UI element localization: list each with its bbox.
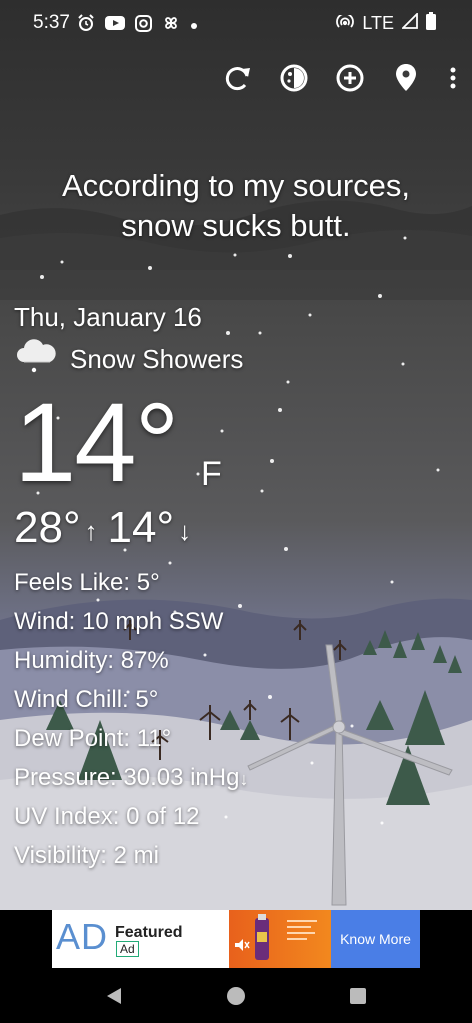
home-icon[interactable]: [223, 983, 249, 1009]
ad-featured-label: Featured: [115, 924, 183, 941]
ad-know-more-button[interactable]: Know More: [331, 910, 420, 968]
weather-screen: 5:37 LTE According to my sources, snow s…: [0, 0, 472, 910]
instagram-icon: [135, 14, 152, 37]
ad-banner[interactable]: AD Featured Ad Know More: [52, 910, 420, 968]
detail-uv-index: UV Index: 0 of 12: [14, 803, 200, 830]
refresh-icon[interactable]: [222, 60, 254, 96]
ad-tag: Ad: [116, 941, 139, 957]
condition-text: Snow Showers: [70, 344, 244, 374]
app-toolbar: [222, 60, 460, 96]
battery-icon: [426, 12, 436, 35]
detail-pressure: Pressure: 30.03 inHg↓: [14, 764, 249, 791]
forecast-date: Thu, January 16: [14, 302, 202, 332]
high-temperature: 28°: [14, 503, 81, 552]
signal-icon: [400, 11, 418, 34]
low-temperature: 14°: [107, 503, 175, 552]
pinwheel-icon: [162, 14, 180, 37]
current-temperature: 14°: [14, 380, 179, 505]
alarm-icon: [77, 14, 95, 37]
add-location-icon[interactable]: [334, 60, 366, 96]
detail-visibility: Visibility: 2 mi: [14, 842, 159, 869]
recents-icon[interactable]: [345, 983, 371, 1009]
detail-wind-chill: Wind Chill: 5°: [14, 686, 159, 713]
location-pin-icon[interactable]: [390, 60, 422, 96]
hotspot-icon: [336, 12, 355, 34]
mute-icon: [235, 939, 250, 951]
overflow-menu-icon[interactable]: [446, 60, 460, 96]
youtube-icon: [105, 15, 125, 36]
up-arrow-icon: ↑: [84, 515, 98, 546]
dot-icon: [190, 17, 198, 35]
snow-cloud-icon: [14, 338, 58, 381]
theme-icon[interactable]: [278, 60, 310, 96]
network-type: LTE: [362, 13, 394, 33]
system-navigation-bar: [0, 968, 472, 1023]
weather-slogan: According to my sources, snow sucks butt…: [0, 166, 472, 246]
notification-icons: [77, 14, 198, 37]
detail-feels-like: Feels Like: 5°: [14, 569, 160, 596]
detail-humidity: Humidity: 87%: [14, 647, 169, 674]
detail-dew-point: Dew Point: 11°: [14, 725, 172, 752]
status-time: 5:37: [33, 12, 70, 33]
falling-arrow-icon: ↓: [239, 769, 249, 789]
slogan-line-1: According to my sources,: [61, 168, 411, 203]
slogan-line-2: snow sucks butt.: [121, 208, 351, 243]
ad-image[interactable]: [229, 910, 331, 968]
status-bar: 5:37 LTE: [0, 0, 472, 46]
high-low-temperatures: 28° ↑ 14° ↓: [14, 503, 201, 553]
down-arrow-icon: ↓: [178, 515, 192, 546]
system-status: LTE: [336, 11, 436, 35]
condition-row: Snow Showers: [14, 338, 243, 381]
temperature-unit: F: [201, 455, 222, 493]
ad-info[interactable]: AD Featured Ad: [52, 910, 229, 968]
detail-wind: Wind: 10 mph SSW: [14, 608, 224, 635]
back-icon[interactable]: [101, 983, 127, 1009]
ad-logo: AD: [56, 916, 109, 957]
